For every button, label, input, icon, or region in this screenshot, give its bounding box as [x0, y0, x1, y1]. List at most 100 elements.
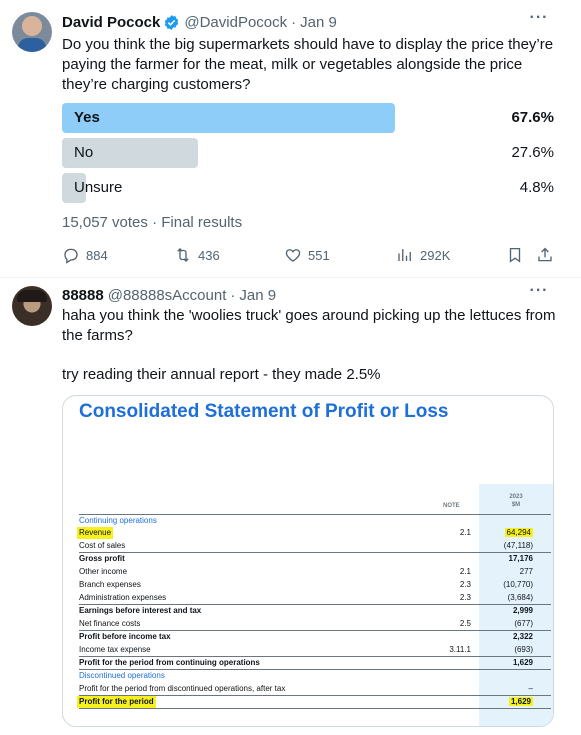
- poll: Yes 67.6% No 27.6% Unsure 4.8%: [62, 103, 554, 208]
- author-name[interactable]: David Pocock: [62, 14, 160, 31]
- repost-count: 436: [198, 247, 220, 263]
- row-value: 17,176: [508, 554, 533, 563]
- like-count: 551: [308, 247, 330, 263]
- reply-button[interactable]: 884: [62, 245, 108, 265]
- action-bar: 884 436 551 292K: [62, 245, 556, 265]
- author-name[interactable]: 88888: [62, 287, 104, 304]
- row-label: Other income: [79, 567, 128, 576]
- table-row: Administration expenses 2.3 (3,684): [79, 592, 551, 605]
- avatar[interactable]: [12, 286, 52, 326]
- tweet-text-second-paragraph: try reading their annual report - they m…: [62, 366, 381, 383]
- row-value: (47,118): [503, 541, 533, 550]
- poll-meta: 15,057 votes · Final results: [62, 214, 243, 231]
- row-value: 1,629: [483, 696, 537, 708]
- table-row: Cost of sales (47,118): [79, 540, 551, 553]
- row-label: Profit for the period from discontinued …: [79, 684, 286, 693]
- table-row: Branch expenses 2.3 (10,770): [79, 579, 551, 592]
- report-title: Consolidated Statement of Profit or Loss: [79, 401, 449, 422]
- row-value: (3,684): [507, 593, 533, 602]
- table-row: Income tax expense 3.11.1 (693): [79, 644, 551, 657]
- table-row: Gross profit 17,176: [79, 553, 551, 566]
- poll-option-percent: 67.6%: [511, 109, 554, 126]
- tweet-text: Do you think the big supermarkets should…: [62, 36, 554, 93]
- highlighted-value: 64,294: [504, 528, 533, 537]
- poll-option-unsure: Unsure 4.8%: [62, 173, 554, 203]
- table-row: Profit for the period from discontinued …: [79, 683, 551, 696]
- highlighted-value: 1,629: [508, 697, 533, 706]
- tweet-date[interactable]: Jan 9: [300, 14, 337, 31]
- row-label: Net finance costs: [79, 619, 141, 628]
- table-row: Net finance costs 2.5 (677): [79, 618, 551, 631]
- bookmark-icon: [509, 247, 521, 263]
- table-row: Other income 2.1 277: [79, 566, 551, 579]
- poll-option-label: Yes: [74, 109, 100, 126]
- note-column-header: NOTE: [443, 503, 460, 509]
- reply-count: 884: [86, 247, 108, 263]
- table-row: Profit before income tax 2,322: [79, 631, 551, 644]
- repost-icon: [177, 248, 189, 262]
- poll-option-no: No 27.6%: [62, 138, 554, 168]
- row-value: 64,294: [483, 527, 537, 539]
- tweet-88888[interactable]: 88888 @88888sAccount · Jan 9 ··· haha yo…: [0, 278, 581, 735]
- more-options-icon[interactable]: ···: [527, 283, 551, 305]
- row-note: 2.1: [459, 528, 471, 537]
- tweet-date[interactable]: Jan 9: [239, 287, 276, 304]
- share-icon: [538, 247, 552, 262]
- row-value: (677): [514, 619, 533, 628]
- row-value: 1,629: [512, 658, 533, 667]
- row-value: 2,322: [512, 632, 533, 641]
- share-button[interactable]: [536, 245, 554, 265]
- like-button[interactable]: 551: [284, 245, 330, 265]
- author-handle[interactable]: @88888sAccount: [108, 287, 227, 304]
- separator-dot: ·: [291, 13, 297, 31]
- row-label: Revenue: [77, 527, 114, 539]
- row-value: (693): [514, 645, 533, 654]
- attached-image-annual-report[interactable]: Consolidated Statement of Profit or Loss…: [62, 395, 554, 727]
- table-row: Earnings before interest and tax 2,999: [79, 605, 551, 618]
- tweet-david-pocock[interactable]: David Pocock @DavidPocock · Jan 9 ··· Do…: [0, 0, 581, 278]
- row-value: 2,999: [512, 606, 533, 615]
- row-label: Cost of sales: [79, 541, 126, 550]
- poll-option-label: No: [74, 144, 94, 161]
- row-value: –: [528, 684, 533, 693]
- report-table: Continuing operations Revenue 2.1 64,294…: [77, 514, 551, 709]
- repost-button[interactable]: 436: [174, 245, 220, 265]
- views-button[interactable]: 292K: [396, 245, 450, 265]
- tweet-text: haha you think the 'woolies truck' goes …: [62, 307, 556, 344]
- author-handle[interactable]: @DavidPocock: [184, 14, 287, 31]
- row-label: Profit before income tax: [79, 632, 171, 641]
- view-count: 292K: [420, 247, 451, 263]
- analytics-icon: [398, 249, 411, 261]
- row-note: 2.3: [459, 593, 471, 602]
- row-note: 2.5: [459, 619, 471, 628]
- poll-bar: [62, 103, 395, 133]
- row-label: Discontinued operations: [79, 671, 165, 680]
- row-label: Profit for the period: [77, 696, 156, 708]
- table-row: Revenue 2.1 64,294: [77, 527, 551, 540]
- row-label: Continuing operations: [79, 516, 157, 525]
- poll-option-yes: Yes 67.6%: [62, 103, 554, 133]
- poll-option-percent: 27.6%: [511, 144, 554, 161]
- poll-option-percent: 4.8%: [519, 179, 554, 196]
- row-note: 2.1: [459, 567, 471, 576]
- poll-option-label: Unsure: [74, 179, 123, 196]
- row-value: 277: [519, 567, 533, 576]
- row-value: (10,770): [503, 580, 533, 589]
- avatar[interactable]: [12, 12, 52, 52]
- table-row: Profit for the period 1,629: [77, 696, 551, 709]
- unit-column-header: $M: [511, 502, 521, 508]
- bookmark-button[interactable]: [506, 245, 524, 265]
- tweet-header: 88888 @88888sAccount · Jan 9: [62, 285, 276, 305]
- more-options-icon[interactable]: ···: [527, 10, 551, 32]
- row-note: 2.3: [459, 580, 471, 589]
- row-label: Profit for the period from continuing op…: [79, 658, 260, 667]
- row-label: Earnings before interest and tax: [79, 606, 202, 615]
- row-label: Income tax expense: [79, 645, 151, 654]
- row-label: Administration expenses: [79, 593, 167, 602]
- table-row: Continuing operations: [79, 514, 551, 527]
- row-label: Gross profit: [79, 554, 125, 563]
- year-column-header: 2023: [509, 494, 523, 500]
- heart-icon: [285, 249, 301, 262]
- reply-icon: [64, 248, 78, 264]
- table-row: Profit for the period from continuing op…: [79, 657, 551, 670]
